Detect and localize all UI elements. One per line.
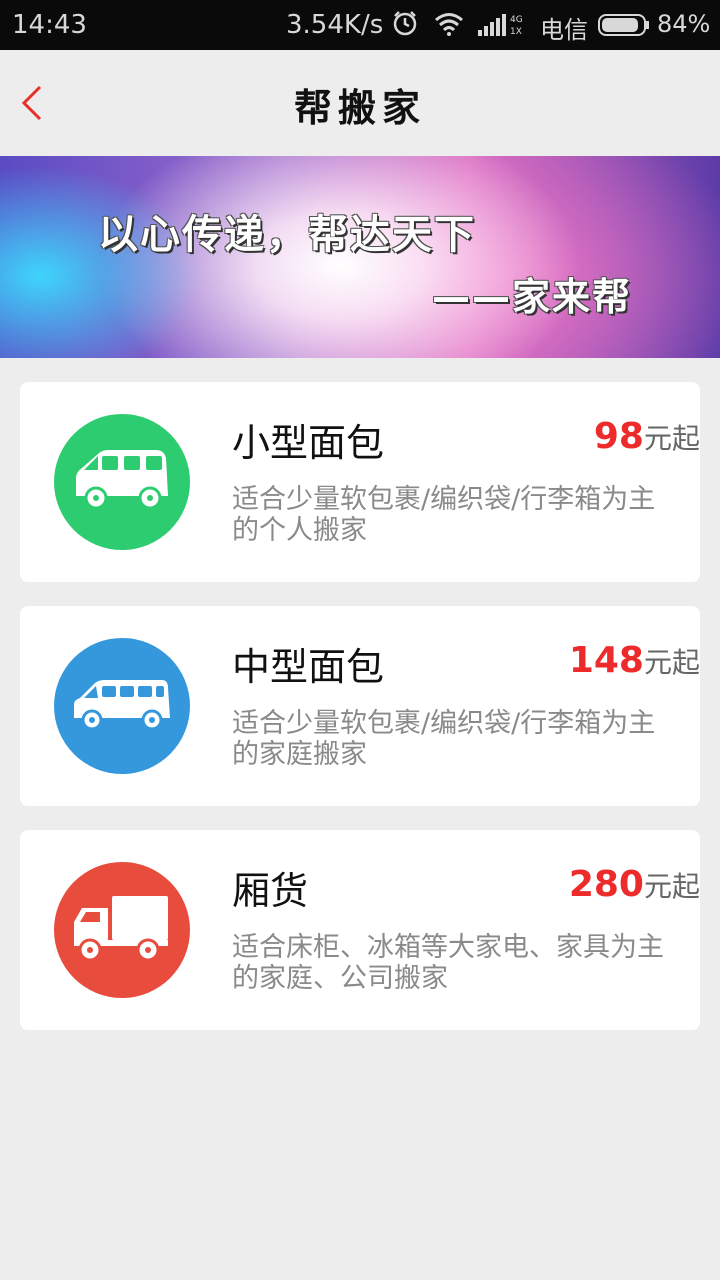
page-title: 帮搬家: [293, 86, 426, 130]
status-battery-percent: 84%: [657, 10, 711, 38]
price-value: 98: [593, 416, 644, 457]
box-truck-icon-circle: [54, 862, 190, 998]
svg-text:4G: 4G: [510, 15, 523, 25]
price-suffix: 元起: [643, 422, 700, 455]
price-suffix: 元起: [643, 870, 700, 903]
service-card-box-truck[interactable]: 厢货 280元起 适合床柜、冰箱等大家电、家具为主的家庭、公司搬家: [20, 830, 700, 1030]
banner-slogan: 以心传递，帮达天下: [98, 212, 476, 258]
price-value: 280: [568, 864, 644, 905]
service-description: 适合少量软包裹/编织袋/行李箱为主的个人搬家: [232, 484, 656, 546]
service-name: 厢货: [232, 869, 309, 913]
promo-banner: 以心传递，帮达天下 ——家来帮: [0, 156, 720, 358]
banner-signature: ——家来帮: [432, 275, 633, 319]
alarm-icon: [393, 11, 417, 36]
price-suffix: 元起: [643, 646, 700, 679]
header-bar: 帮搬家: [0, 50, 720, 156]
box-truck-icon: [74, 896, 168, 962]
battery-icon: [598, 14, 649, 36]
medium-van-icon-circle: [54, 638, 190, 774]
wifi-icon: [435, 13, 463, 36]
status-net-speed: 3.54K/s: [286, 10, 384, 40]
svg-text:1X: 1X: [510, 27, 522, 37]
price-value: 148: [568, 640, 644, 681]
status-time: 14:43: [12, 10, 87, 40]
service-description: 适合少量软包裹/编织袋/行李箱为主的家庭搬家: [232, 708, 656, 770]
medium-van-icon: [74, 680, 170, 731]
service-name: 小型面包: [232, 421, 385, 465]
service-card-small-van[interactable]: 小型面包 98元起 适合少量软包裹/编织袋/行李箱为主的个人搬家: [20, 382, 700, 582]
service-price: 98元起: [594, 416, 700, 457]
service-description: 适合床柜、冰箱等大家电、家具为主的家庭、公司搬家: [232, 932, 664, 994]
service-card-medium-van[interactable]: 中型面包 148元起 适合少量软包裹/编织袋/行李箱为主的家庭搬家: [20, 606, 700, 806]
status-bar: 14:43 3.54K/s 4G 1X 电信 84%: [0, 0, 720, 50]
small-van-icon-circle: [54, 414, 190, 550]
service-price: 148元起: [569, 640, 700, 681]
service-price: 280元起: [569, 864, 700, 905]
small-van-icon: [76, 450, 168, 510]
service-name: 中型面包: [232, 645, 385, 689]
cellular-signal-icon: 4G 1X: [478, 14, 523, 37]
status-carrier: 电信: [540, 16, 588, 44]
